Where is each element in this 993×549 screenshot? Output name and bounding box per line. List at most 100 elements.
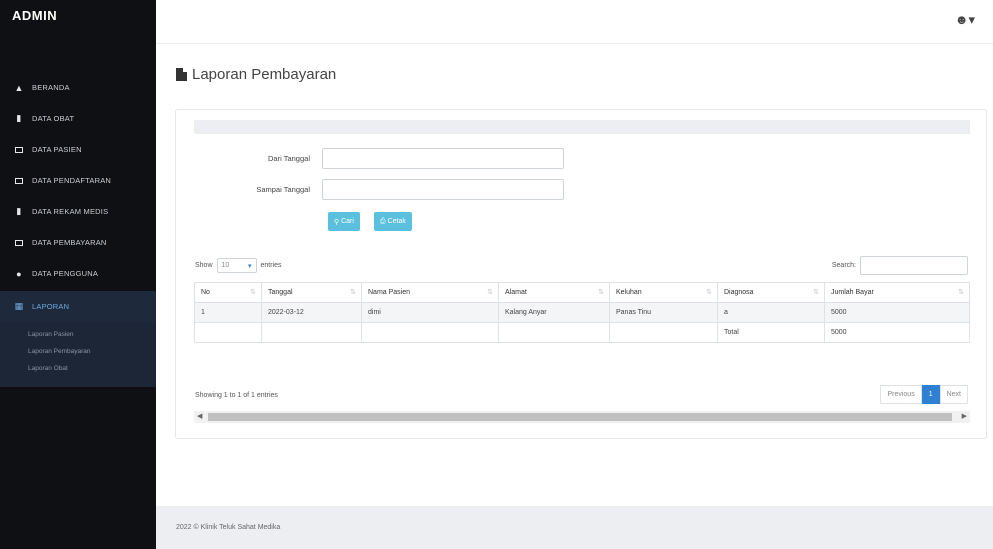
submenu-item-laporan-obat[interactable]: Laporan Obat	[0, 360, 156, 377]
sidebar-item-label: DATA OBAT	[32, 114, 75, 123]
box-icon	[14, 238, 24, 248]
horizontal-scrollbar[interactable]: ◀ ▶	[194, 411, 970, 423]
scroll-right-icon[interactable]: ▶	[962, 411, 967, 423]
entries-select[interactable]: 10 ▾	[216, 258, 257, 273]
cell-empty	[361, 322, 499, 343]
sidebar-item-data-rekam-medis[interactable]: ▮ DATA REKAM MEDIS	[0, 196, 156, 227]
user-menu-icon[interactable]: ☻▾	[955, 12, 975, 28]
sort-icon: ⇅	[706, 289, 712, 296]
sidebar-item-label: DATA PENDAFTARAN	[32, 176, 112, 185]
user-icon: ●	[16, 268, 22, 279]
submenu-item-laporan-pasien[interactable]: Laporan Pasien	[0, 326, 156, 343]
show-label: Show	[195, 262, 213, 269]
column-header-diagnosa[interactable]: Diagnosa ⇅	[717, 282, 825, 303]
laporan-submenu: Laporan Pasien Laporan Pembayaran Lapora…	[0, 322, 156, 387]
sidebar-item-laporan[interactable]: ▦ LAPORAN	[0, 291, 156, 322]
home-icon: ▲	[14, 82, 24, 93]
report-card: Dari Tanggal Sampai Tanggal ⚲ Cari ⎙ Cet…	[175, 109, 987, 439]
pagination-page-1[interactable]: 1	[921, 385, 940, 404]
column-header-label: Tanggal	[268, 289, 293, 296]
sidebar-menu: ▲ BERANDA ▮ DATA OBAT DATA PASIEN DATA P…	[0, 72, 156, 387]
search-button-label: Cari	[341, 218, 354, 225]
sidebar-item-label: BERANDA	[32, 83, 70, 92]
grid-icon: ▦	[14, 301, 24, 311]
cell-empty	[194, 322, 262, 343]
total-row: Total 5000	[194, 322, 970, 343]
sidebar-item-data-pendaftaran[interactable]: DATA PENDAFTARAN	[0, 165, 156, 196]
column-header-tanggal[interactable]: Tanggal ⇅	[261, 282, 362, 303]
entries-length: Show 10 ▾ entries	[195, 258, 282, 273]
book-icon: ▮	[16, 206, 22, 216]
sidebar-item-label: DATA PEMBAYARAN	[32, 238, 107, 247]
sort-icon: ⇅	[958, 289, 964, 296]
print-button-label: Cetak	[387, 218, 406, 225]
sidebar-item-label: LAPORAN	[32, 302, 70, 311]
payment-report-table: No ⇅ Tanggal ⇅ Nama Pasien ⇅ Alamat ⇅ Keluha…	[194, 282, 970, 343]
table-search-input[interactable]	[860, 256, 968, 275]
column-header-label: No	[201, 289, 210, 296]
column-header-jumlah-bayar[interactable]: Jumlah Bayar ⇅	[824, 282, 970, 303]
sidebar-item-data-pembayaran[interactable]: DATA PEMBAYARAN	[0, 227, 156, 258]
sidebar-item-data-pasien[interactable]: DATA PASIEN	[0, 134, 156, 165]
column-header-keluhan[interactable]: Keluhan ⇅	[609, 282, 718, 303]
column-header-nama-pasien[interactable]: Nama Pasien ⇅	[361, 282, 499, 303]
search-label: Search:	[831, 262, 856, 269]
from-date-row: Dari Tanggal	[230, 148, 564, 169]
entries-label: entries	[260, 262, 282, 269]
total-value: 5000	[824, 322, 970, 343]
sort-icon: ⇅	[813, 289, 819, 296]
cell-jumlah-bayar: 5000	[824, 302, 970, 323]
box-icon	[14, 145, 24, 155]
total-label: Total	[717, 322, 825, 343]
cell-empty	[609, 322, 718, 343]
scroll-left-icon[interactable]: ◀	[197, 411, 202, 423]
column-header-label: Nama Pasien	[368, 289, 411, 296]
page-title-text: Laporan Pembayaran	[192, 66, 337, 83]
entries-select-value: 10	[221, 262, 230, 269]
column-header-label: Jumlah Bayar	[831, 289, 874, 296]
to-date-row: Sampai Tanggal	[230, 179, 564, 200]
sort-icon: ⇅	[598, 289, 604, 296]
cell-empty	[261, 322, 362, 343]
cell-diagnosa: a	[717, 302, 825, 323]
footer-text: 2022 © Klinik Teluk Sahat Medika	[176, 524, 281, 531]
chevron-down-icon: ▾	[248, 262, 252, 270]
cell-no: 1	[194, 302, 262, 323]
table-row: 1 2022-03-12 dimi Kalang Anyar Panas Tin…	[194, 302, 970, 323]
column-header-no[interactable]: No ⇅	[194, 282, 262, 303]
table-info: Showing 1 to 1 of 1 entries	[195, 392, 278, 399]
cell-nama-pasien: dimi	[361, 302, 499, 323]
sidebar-item-data-pengguna[interactable]: ● DATA PENGGUNA	[0, 258, 156, 289]
box-icon	[14, 176, 24, 186]
sidebar-item-label: DATA REKAM MEDIS	[32, 207, 109, 216]
sidebar-item-label: DATA PASIEN	[32, 145, 82, 154]
column-header-label: Keluhan	[616, 289, 642, 296]
print-icon: ⎙	[380, 217, 388, 225]
column-header-label: Alamat	[505, 289, 527, 296]
pagination-previous[interactable]: Previous	[880, 385, 922, 404]
sort-icon: ⇅	[350, 289, 356, 296]
sidebar: ADMIN ▲ BERANDA ▮ DATA OBAT DATA PASIEN …	[0, 0, 156, 549]
sidebar-item-beranda[interactable]: ▲ BERANDA	[0, 72, 156, 103]
table-header-row: No ⇅ Tanggal ⇅ Nama Pasien ⇅ Alamat ⇅ Keluha…	[194, 282, 970, 303]
column-header-alamat[interactable]: Alamat ⇅	[498, 282, 610, 303]
topbar: ☻▾	[156, 0, 993, 44]
sidebar-item-data-obat[interactable]: ▮ DATA OBAT	[0, 103, 156, 134]
pill-icon: ▮	[16, 113, 22, 123]
submenu-item-laporan-pembayaran[interactable]: Laporan Pembayaran	[0, 343, 156, 360]
table-search: Search:	[832, 256, 968, 275]
scrollbar-thumb[interactable]	[208, 413, 952, 421]
search-button[interactable]: ⚲ Cari	[328, 212, 360, 231]
sort-icon: ⇅	[250, 289, 256, 296]
card-header	[194, 120, 970, 134]
column-header-label: Diagnosa	[724, 289, 754, 296]
page-title: Laporan Pembayaran	[176, 66, 336, 83]
from-date-input[interactable]	[322, 148, 564, 169]
brand-title: ADMIN	[12, 8, 58, 23]
sidebar-item-label: DATA PENGGUNA	[32, 269, 99, 278]
to-date-input[interactable]	[322, 179, 564, 200]
pagination-next[interactable]: Next	[939, 385, 968, 404]
cell-keluhan: Panas Tinu	[609, 302, 718, 323]
file-icon	[176, 68, 187, 81]
print-button[interactable]: ⎙ Cetak	[374, 212, 412, 231]
